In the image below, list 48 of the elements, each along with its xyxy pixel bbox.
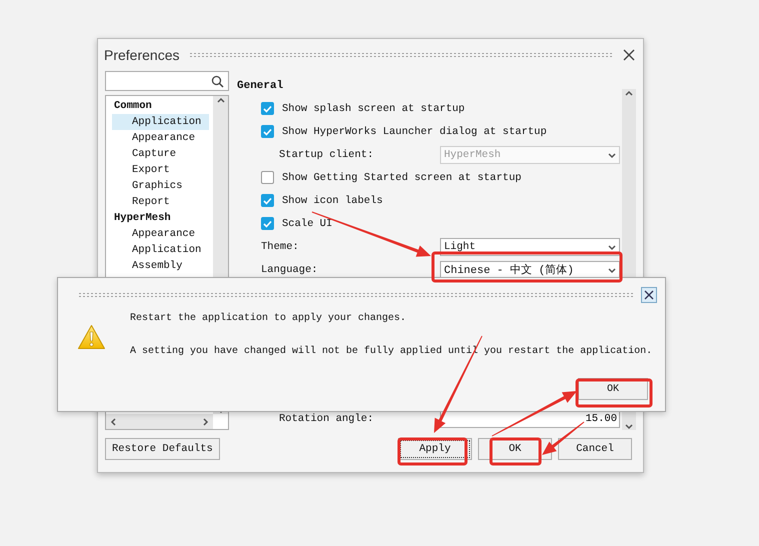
check-icon [263, 220, 272, 228]
restore-defaults-button[interactable]: Restore Defaults [105, 438, 220, 460]
section-heading: General [237, 79, 284, 94]
tree-item[interactable]: Assembly [112, 258, 209, 274]
warning-icon [77, 324, 106, 350]
checkbox[interactable] [261, 171, 274, 184]
checkbox-label: Show Getting Started screen at startup [282, 172, 522, 184]
caret-icon [607, 242, 617, 250]
check-icon [263, 128, 272, 136]
tree-item[interactable]: Appearance [112, 130, 209, 146]
scroll-bar[interactable] [106, 414, 213, 429]
search-field[interactable] [105, 71, 229, 91]
field-label: Startup client: [279, 148, 374, 160]
field-label: Rotation angle: [279, 412, 374, 424]
checkbox[interactable] [261, 217, 274, 230]
tree-item[interactable]: HyperMesh [112, 210, 209, 226]
tree-item[interactable]: Export [112, 162, 209, 178]
field-label: Language: [261, 264, 318, 276]
dialog-button[interactable]: Cancel [558, 438, 632, 460]
close-icon [644, 290, 654, 300]
checkbox-label: Show splash screen at startup [282, 102, 465, 114]
close-button[interactable] [623, 49, 635, 61]
window-title: Preferences [104, 47, 180, 63]
checkbox-label: Scale UI [282, 218, 332, 230]
highlight-frame [490, 438, 542, 466]
check-icon [263, 196, 272, 204]
tree-item[interactable]: Application [112, 114, 209, 130]
close-icon [623, 49, 635, 61]
checkbox[interactable] [261, 102, 274, 115]
message-text: Restart the application to apply your changes. [130, 313, 408, 324]
dropdown[interactable]: Chinese - 中文 (简体) [440, 260, 620, 278]
tree-item[interactable]: Common [112, 98, 209, 114]
checkbox-label: Show HyperWorks Launcher dialog at startup [282, 126, 547, 138]
check-icon [263, 104, 272, 112]
close-button[interactable] [641, 287, 657, 303]
checkbox[interactable] [261, 125, 274, 138]
caret-icon [607, 150, 617, 158]
field-label: Theme: [261, 240, 299, 252]
checkbox-label: Show icon labels [282, 194, 383, 206]
search-icon [211, 74, 224, 88]
tree-item[interactable]: Report [112, 194, 209, 210]
tree-item[interactable]: Capture [112, 146, 209, 162]
tree-item[interactable]: Graphics [112, 178, 209, 194]
tree-item[interactable]: Appearance [112, 226, 209, 242]
caret-icon [607, 266, 617, 274]
highlight-frame [398, 438, 468, 466]
checkbox[interactable] [261, 194, 274, 207]
tree-item[interactable]: Application [112, 242, 209, 258]
